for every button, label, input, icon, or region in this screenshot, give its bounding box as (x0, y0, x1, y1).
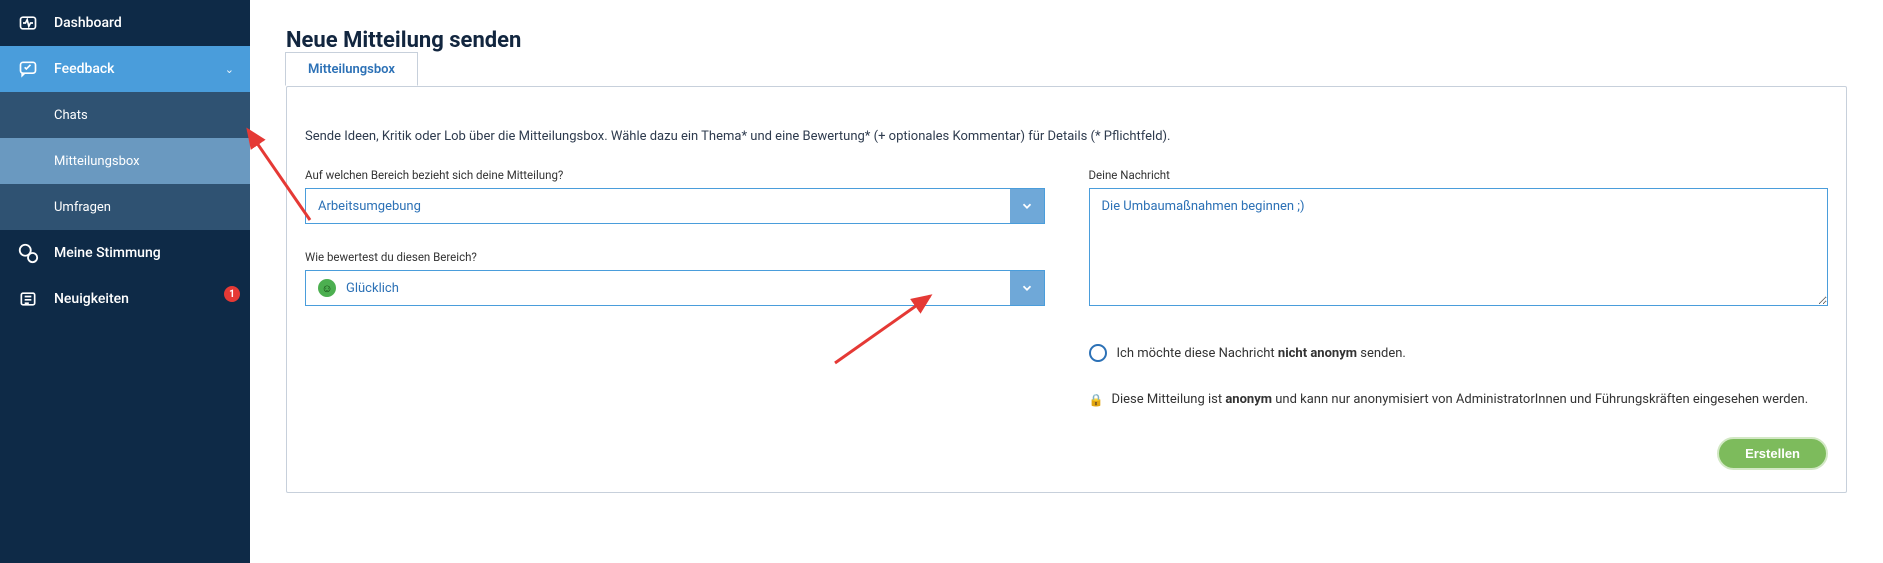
happy-face-icon: ☺ (318, 279, 336, 297)
anon-info-row: 🔒 Diese Mitteilung ist anonym und kann n… (1089, 392, 1829, 407)
news-icon (16, 287, 40, 311)
right-column: Deine Nachricht Ich möchte diese Nachric… (1089, 168, 1829, 470)
chevron-down-icon (1010, 271, 1044, 305)
rating-label: Wie bewertest du diesen Bereich? (305, 250, 1045, 264)
anon-info-text: Diese Mitteilung ist anonym und kann nur… (1111, 392, 1808, 407)
sidebar-item-umfragen[interactable]: Umfragen (0, 184, 250, 230)
sidebar-item-label: Chats (54, 108, 234, 123)
left-column: Auf welchen Bereich bezieht sich deine M… (305, 168, 1045, 470)
page-title: Neue Mitteilung senden (286, 28, 1847, 53)
submit-button-label: Erstellen (1745, 446, 1800, 461)
area-select-value: Arbeitsumgebung (306, 199, 1010, 214)
sidebar-item-label: Umfragen (54, 200, 234, 215)
anon-text: Ich möchte diese Nachricht nicht anonym … (1117, 346, 1406, 361)
sidebar-item-chats[interactable]: Chats (0, 92, 250, 138)
heartbeat-icon (16, 11, 40, 35)
tab-mitteilungsbox[interactable]: Mitteilungsbox (285, 52, 418, 86)
chat-bubble-check-icon (16, 57, 40, 81)
notification-badge: 1 (224, 286, 240, 302)
form-card: Sende Ideen, Kritik oder Lob über die Mi… (286, 86, 1847, 493)
chevron-down-icon (1010, 189, 1044, 223)
sidebar-item-neuigkeiten[interactable]: Neuigkeiten 1 (0, 276, 250, 322)
sidebar-item-label: Dashboard (54, 15, 234, 31)
message-textarea[interactable] (1089, 188, 1829, 306)
chevron-down-icon: ⌄ (225, 63, 234, 76)
radio-unchecked-icon (1089, 344, 1107, 362)
sidebar-item-feedback[interactable]: Feedback ⌄ (0, 46, 250, 92)
anon-checkbox-row[interactable]: Ich möchte diese Nachricht nicht anonym … (1089, 344, 1829, 362)
message-label: Deine Nachricht (1089, 168, 1829, 182)
sidebar-item-label: Mitteilungsbox (54, 154, 234, 169)
submit-button[interactable]: Erstellen (1717, 437, 1828, 470)
mood-faces-icon (16, 241, 40, 265)
sidebar-item-label: Meine Stimmung (54, 245, 234, 261)
tab-label: Mitteilungsbox (308, 62, 395, 77)
rating-select[interactable]: ☺ Glücklich (305, 270, 1045, 306)
rating-select-value: ☺ Glücklich (306, 279, 1010, 297)
sidebar-item-mitteilungsbox[interactable]: Mitteilungsbox (0, 138, 250, 184)
rating-text: Glücklich (346, 281, 399, 296)
sidebar-item-stimmung[interactable]: Meine Stimmung (0, 230, 250, 276)
intro-text: Sende Ideen, Kritik oder Lob über die Mi… (305, 101, 1828, 144)
area-select[interactable]: Arbeitsumgebung (305, 188, 1045, 224)
sidebar-item-dashboard[interactable]: Dashboard (0, 0, 250, 46)
area-label: Auf welchen Bereich bezieht sich deine M… (305, 168, 1045, 182)
lock-icon: 🔒 (1089, 393, 1104, 407)
sidebar: Dashboard Feedback ⌄ Chats Mitteilungsbo… (0, 0, 250, 563)
sidebar-item-label: Neuigkeiten (54, 291, 234, 307)
main-content: Neue Mitteilung senden Mitteilungsbox Se… (250, 0, 1883, 563)
sidebar-item-label: Feedback (54, 61, 225, 77)
